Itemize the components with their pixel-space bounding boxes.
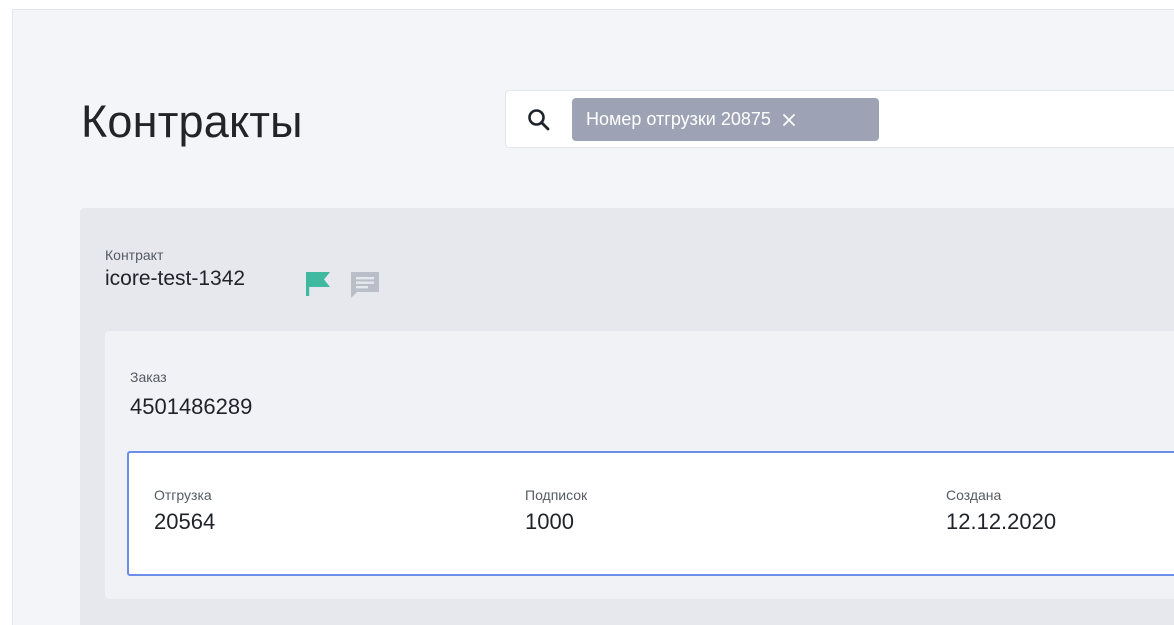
subscriptions-value: 1000 <box>525 509 574 534</box>
close-icon[interactable] <box>781 112 797 128</box>
flag-icon[interactable] <box>304 270 332 298</box>
chip-value: 20875 <box>720 109 771 129</box>
created-label: Создана <box>946 487 1002 503</box>
search-filter-chip[interactable]: Номер отгрузки 20875 <box>572 98 879 141</box>
subscriptions-field: Подписок 1000 <box>525 487 587 535</box>
contract-card[interactable]: Контракт icore-test-1342 Заказ 450148628… <box>80 208 1174 625</box>
shipment-value: 20564 <box>154 509 216 534</box>
contract-label: Контракт <box>105 247 164 263</box>
comment-icon[interactable] <box>348 270 382 300</box>
app-container: Контракты Номер отгрузки 20875 Контракт … <box>12 9 1174 625</box>
page-title: Контракты <box>81 96 303 147</box>
search-input[interactable]: Номер отгрузки 20875 <box>505 90 1174 148</box>
created-value: 12.12.2020 <box>946 509 1057 534</box>
order-label: Заказ <box>130 369 167 385</box>
order-number[interactable]: 4501486289 <box>130 394 252 420</box>
search-icon[interactable] <box>526 107 552 133</box>
subscriptions-label: Подписок <box>525 487 588 503</box>
shipment-field: Отгрузка 20564 <box>154 487 215 535</box>
contract-id[interactable]: icore-test-1342 <box>105 267 245 291</box>
created-field: Создана 12.12.2020 <box>946 487 1056 535</box>
shipment-label: Отгрузка <box>154 487 212 503</box>
order-card[interactable]: Заказ 4501486289 Отгрузка 20564 Подписок… <box>105 331 1174 599</box>
shipment-card[interactable]: Отгрузка 20564 Подписок 1000 Создана 12.… <box>127 451 1174 576</box>
chip-label: Номер отгрузки <box>586 109 716 129</box>
